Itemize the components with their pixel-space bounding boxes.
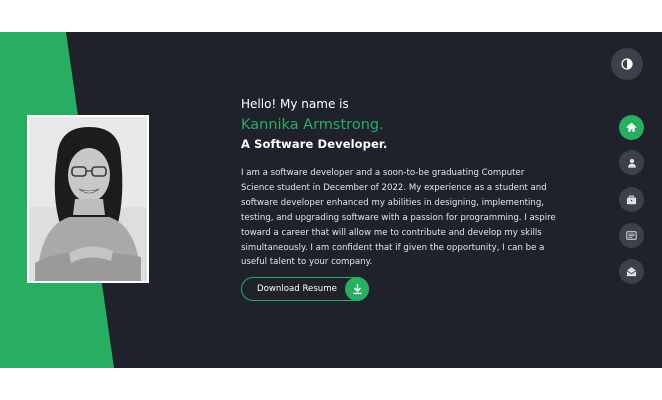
- envelope-open-icon: [626, 266, 637, 277]
- user-icon: [627, 158, 637, 168]
- role-subtitle: A Software Developer.: [241, 137, 388, 151]
- nav-home-button[interactable]: [619, 115, 644, 140]
- home-hero-section: Hello! My name is Kannika Armstrong. A S…: [0, 32, 662, 368]
- theme-toggle-button[interactable]: [611, 48, 643, 80]
- intro-block: Hello! My name is Kannika Armstrong. A S…: [241, 96, 561, 279]
- nav-resume-button[interactable]: [619, 223, 644, 248]
- bio-paragraph: I am a software developer and a soon-to-…: [241, 168, 556, 268]
- nav-portfolio-button[interactable]: [619, 187, 644, 212]
- id-card-icon: [626, 231, 637, 240]
- download-resume-label: Download Resume: [257, 284, 337, 294]
- nav-about-button[interactable]: [619, 150, 644, 175]
- download-resume-button[interactable]: Download Resume: [241, 277, 369, 301]
- greeting-text: Hello! My name is: [241, 97, 349, 111]
- page-bottom-margin: [0, 368, 662, 400]
- download-icon: [345, 277, 369, 301]
- briefcase-icon: [626, 195, 637, 205]
- contrast-icon: [621, 58, 633, 70]
- page-top-margin: [0, 0, 662, 32]
- profile-photo-image: [29, 117, 147, 281]
- profile-photo: [27, 115, 149, 283]
- home-icon: [626, 122, 637, 133]
- nav-contact-button[interactable]: [619, 259, 644, 284]
- name-heading: Kannika Armstrong.: [241, 117, 384, 133]
